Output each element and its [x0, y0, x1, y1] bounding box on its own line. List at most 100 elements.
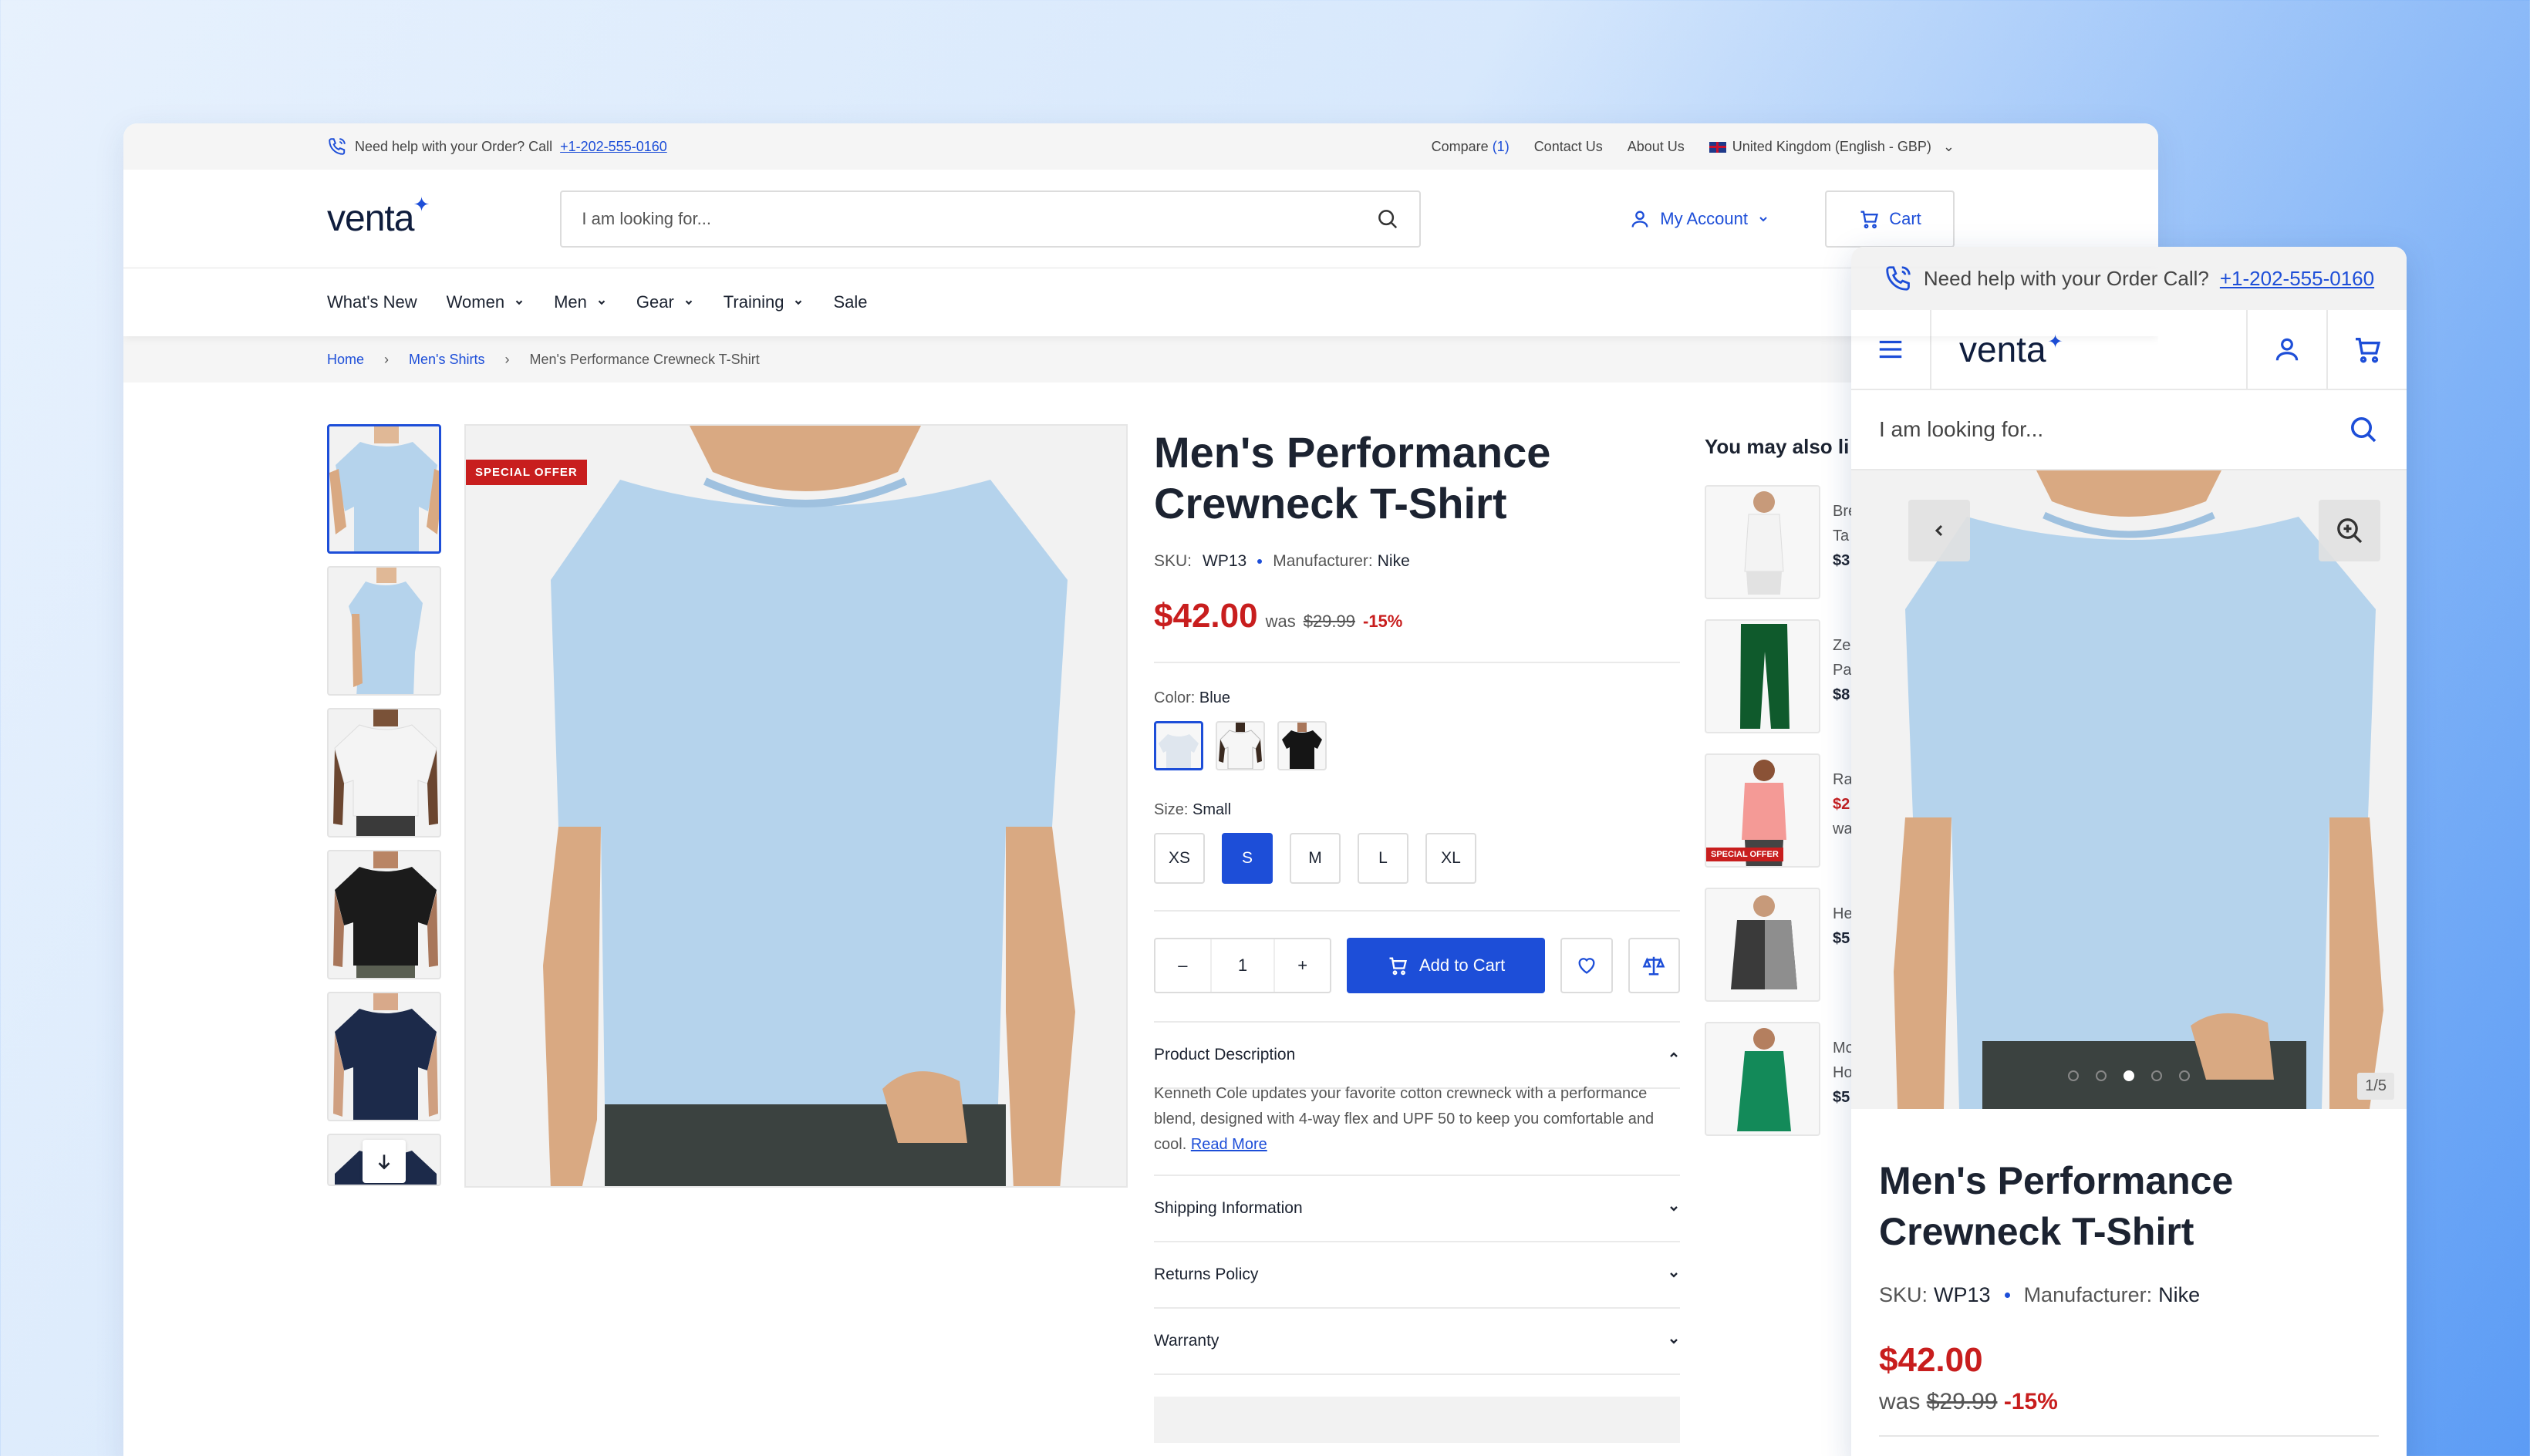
blue-shirt-image [329, 426, 439, 551]
read-more-link[interactable]: Read More [1191, 1136, 1267, 1153]
cart-icon [1860, 211, 1879, 228]
black-shirt-image [333, 851, 438, 978]
thumbnail-2[interactable] [327, 566, 441, 696]
nav-item-gear[interactable]: Gear [636, 292, 694, 312]
original-price: $29.99 [1303, 612, 1355, 631]
search-icon[interactable] [2348, 414, 2379, 445]
manufacturer-label: Manufacturer: [1273, 552, 1373, 570]
logo-text: venta [327, 198, 414, 239]
chevron-down-icon [515, 300, 523, 305]
add-to-cart-button[interactable]: Add to Cart [1347, 938, 1546, 993]
navy-shirt-image [333, 993, 438, 1120]
compare-link[interactable]: Compare (1) [1432, 139, 1510, 155]
accordion-title: Product Description [1154, 1046, 1296, 1063]
sku-label: SKU: [1879, 1283, 1928, 1306]
mobile-help-phone-link[interactable]: +1-202-555-0160 [2220, 267, 2374, 291]
mobile-current-price: $42.00 [1879, 1341, 1983, 1379]
placeholder-panel [1154, 1397, 1680, 1443]
mobile-search-input[interactable]: I am looking for... [1851, 390, 2407, 470]
nav-item-sale[interactable]: Sale [833, 292, 867, 312]
qty-input[interactable]: 1 [1209, 939, 1276, 992]
main-product-image[interactable]: SPECIAL OFFER [464, 424, 1128, 1188]
thumbnail-3[interactable] [327, 708, 441, 838]
nav-item-men[interactable]: Men [554, 292, 607, 312]
contact-link[interactable]: Contact Us [1534, 139, 1603, 155]
was-label: was [1879, 1389, 1921, 1414]
cart-button[interactable]: Cart [1825, 190, 1955, 248]
accordion-warranty[interactable]: Warranty [1154, 1309, 1680, 1375]
size-option-m[interactable]: M [1290, 833, 1341, 884]
divider [1154, 662, 1680, 663]
recommendation-line: wa [1833, 821, 1853, 838]
chevron-down-icon [1670, 1272, 1678, 1278]
mobile-account-button[interactable] [2246, 310, 2326, 389]
chevron-down-icon [685, 300, 693, 305]
accordion-shipping[interactable]: Shipping Information [1154, 1176, 1680, 1242]
manufacturer-value: Nike [2158, 1283, 2201, 1306]
nav-item-training[interactable]: Training [724, 292, 805, 312]
gallery-prev-button[interactable] [1908, 500, 1970, 561]
gallery-dot-active[interactable] [2124, 1070, 2134, 1081]
thumbnail-1[interactable] [327, 424, 441, 554]
recommendation-image [1705, 619, 1820, 733]
site-logo[interactable]: venta ✦ [327, 193, 430, 240]
accordion-product-description[interactable]: Product Description [1154, 1021, 1680, 1089]
zoom-button[interactable] [2319, 500, 2380, 561]
region-selector[interactable]: United Kingdom (English - GBP) ⌄ [1709, 139, 1955, 155]
gallery-dot[interactable] [2179, 1070, 2190, 1081]
compare-label: Compare [1431, 138, 1489, 154]
size-option-xl[interactable]: XL [1425, 833, 1476, 884]
scale-icon [1642, 956, 1665, 976]
qty-increase-button[interactable]: + [1275, 956, 1330, 976]
size-option-xs[interactable]: XS [1154, 833, 1205, 884]
color-label-row: Color: Blue [1154, 689, 1680, 707]
uk-flag-icon [1709, 141, 1726, 153]
help-phone-link[interactable]: +1-202-555-0160 [560, 139, 667, 155]
cart-icon [1389, 957, 1407, 976]
mobile-cart-button[interactable] [2326, 310, 2407, 389]
size-option-l[interactable]: L [1358, 833, 1408, 884]
product-meta: SKU: WP13 Manufacturer: Nike [1154, 552, 1680, 571]
thumbnail-4[interactable] [327, 850, 441, 979]
chevron-down-icon [1670, 1339, 1678, 1344]
compare-button[interactable] [1628, 938, 1680, 993]
chevron-up-icon [1670, 1052, 1678, 1057]
thumbnail-6[interactable] [327, 1134, 441, 1186]
search-input[interactable]: I am looking for... [560, 190, 1422, 248]
logo-star-icon: ✦ [413, 193, 430, 216]
breadcrumb-mens-shirts[interactable]: Men's Shirts [409, 352, 484, 368]
about-link[interactable]: About Us [1628, 139, 1685, 155]
mobile-product-gallery[interactable]: 1/5 [1851, 470, 2407, 1109]
user-icon [1631, 211, 1648, 228]
search-icon[interactable] [1376, 207, 1399, 231]
chevron-down-icon: ⌄ [1942, 138, 1955, 154]
size-option-s[interactable]: S [1222, 833, 1273, 884]
swatch-blue[interactable] [1154, 721, 1203, 770]
recommendation-line: He [1833, 905, 1853, 922]
accordion-title: Returns Policy [1154, 1266, 1259, 1283]
product-description: Kenneth Cole updates your favorite cotto… [1154, 1081, 1680, 1176]
nav-item-women[interactable]: Women [447, 292, 525, 312]
swatch-white[interactable] [1216, 721, 1265, 770]
qty-decrease-button[interactable]: – [1155, 956, 1210, 976]
green-pants-image [1740, 624, 1790, 729]
gallery-dot[interactable] [2068, 1070, 2079, 1081]
blue-shirt-model-image [543, 426, 1075, 1186]
purchase-row: – 1 + Add to Cart [1154, 938, 1680, 993]
chevron-down-icon [1759, 216, 1767, 221]
breadcrumb-home[interactable]: Home [327, 352, 364, 368]
manufacturer-label: Manufacturer: [2023, 1283, 2153, 1306]
accordion-returns[interactable]: Returns Policy [1154, 1242, 1680, 1309]
gallery-dot[interactable] [2151, 1070, 2162, 1081]
thumbnail-5[interactable] [327, 992, 441, 1121]
nav-item-whats-new[interactable]: What's New [327, 292, 417, 312]
wishlist-button[interactable] [1560, 938, 1613, 993]
nav-label: What's New [327, 292, 417, 312]
my-account-button[interactable]: My Account [1629, 208, 1769, 230]
was-label: was [1265, 612, 1296, 631]
size-label-row: Size: Small [1154, 801, 1680, 819]
sku-value: WP13 [1934, 1283, 1991, 1306]
thumbnail-scroll-down-button[interactable] [363, 1140, 406, 1183]
swatch-black[interactable] [1277, 721, 1327, 770]
gallery-dot[interactable] [2096, 1070, 2107, 1081]
